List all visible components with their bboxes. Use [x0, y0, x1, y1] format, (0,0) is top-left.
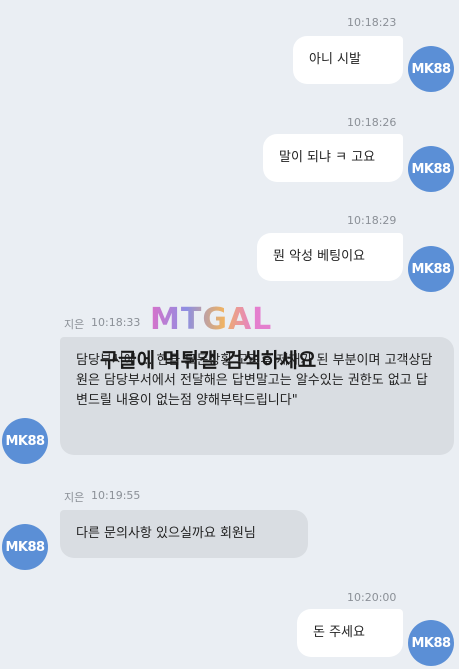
avatar[interactable]: MK88	[408, 246, 454, 292]
watermark-logo: MTGAL	[150, 302, 273, 337]
message-timestamp: 10:18:26	[347, 116, 397, 129]
message-timestamp: 10:20:00	[347, 591, 397, 604]
avatar[interactable]: MK88	[408, 146, 454, 192]
avatar-label: MK88	[411, 261, 451, 277]
avatar-label: MK88	[411, 161, 451, 177]
avatar-label: MK88	[411, 635, 451, 651]
message-timestamp: 10:18:23	[347, 16, 397, 29]
sender-name: 지은	[64, 491, 85, 504]
message-timestamp: 10:18:33	[91, 316, 141, 329]
avatar[interactable]: MK88	[2, 524, 48, 570]
avatar-label: MK88	[5, 539, 45, 555]
outgoing-message-bubble: 말이 되냐 ㅋ 고요	[263, 134, 403, 182]
message-timestamp: 10:18:29	[347, 214, 397, 227]
incoming-message-bubble: 다른 문의사항 있으실까요 회원님	[60, 510, 308, 558]
avatar[interactable]: MK88	[2, 418, 48, 464]
message-timestamp: 10:19:55	[91, 489, 141, 502]
outgoing-message-bubble: 돈 주세요	[297, 609, 403, 657]
avatar[interactable]: MK88	[408, 620, 454, 666]
avatar[interactable]: MK88	[408, 46, 454, 92]
outgoing-message-bubble: 뭔 악성 베팅이요	[257, 233, 403, 281]
avatar-label: MK88	[5, 433, 45, 449]
avatar-label: MK88	[411, 61, 451, 77]
sender-name: 지은	[64, 318, 85, 331]
outgoing-message-bubble: 아니 시발	[293, 36, 403, 84]
watermark-text: 구글에 먹튀갤 검색하세요	[100, 348, 317, 372]
